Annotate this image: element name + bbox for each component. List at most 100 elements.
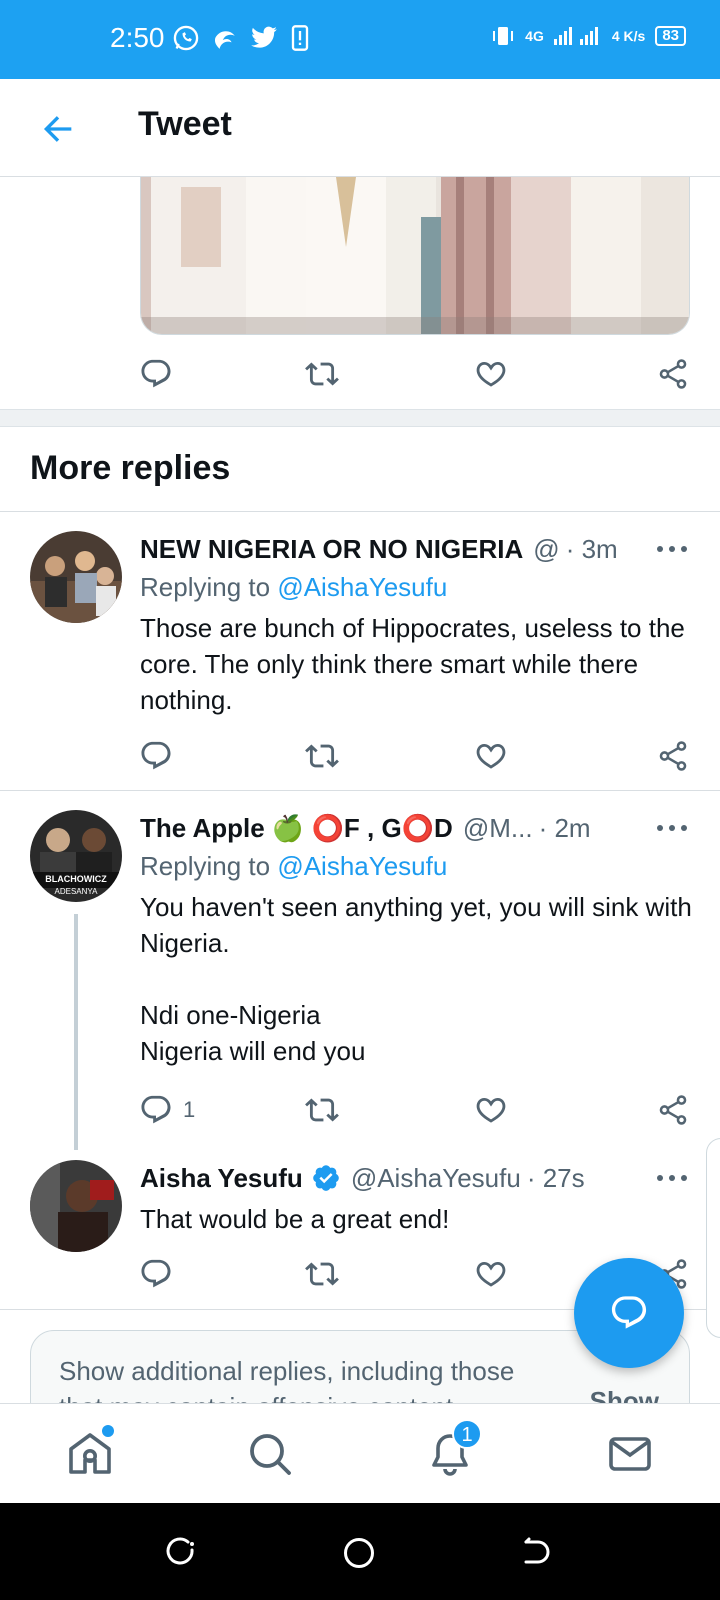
- share-icon: [656, 739, 690, 773]
- svg-text:BLACHOWICZ: BLACHOWICZ: [45, 874, 107, 884]
- status-bar: 2:50 4G 4 K/s 83: [0, 0, 720, 79]
- more-replies-heading: More replies: [30, 449, 231, 487]
- replying-to: Replying to @AishaYesufu: [140, 572, 447, 603]
- back-system-icon[interactable]: [520, 1536, 552, 1568]
- more-icon[interactable]: [654, 1168, 690, 1188]
- tweet-text: Those are bunch of Hippocrates, useless …: [140, 613, 685, 715]
- tweet-text: That would be a great end!: [140, 1204, 450, 1234]
- reply-header: The Apple 🍏 ⭕F , G⭕D @M... · 2m: [140, 810, 700, 846]
- page-title: Tweet: [138, 105, 232, 143]
- like-icon: [474, 357, 508, 391]
- signal-icon: [553, 27, 598, 45]
- like-icon: [474, 739, 508, 773]
- retweet-icon: [305, 357, 339, 391]
- tweet-media-image[interactable]: [140, 177, 690, 335]
- media-picture: [141, 177, 689, 334]
- more-icon[interactable]: [654, 818, 690, 838]
- compose-reply-button[interactable]: [574, 1258, 684, 1368]
- home-system-icon[interactable]: [342, 1536, 376, 1570]
- replying-prefix: Replying to: [140, 851, 271, 881]
- status-time: 2:50: [110, 22, 165, 53]
- network-type: 4G: [525, 28, 544, 44]
- reply-button[interactable]: [139, 736, 173, 776]
- avatar[interactable]: BLACHOWICZ ADESANYA: [30, 810, 122, 902]
- reply-button[interactable]: 1: [139, 1090, 195, 1130]
- retweet-button[interactable]: [305, 1254, 339, 1294]
- home-new-indicator: [102, 1425, 114, 1437]
- back-arrow-icon[interactable]: [38, 109, 78, 149]
- share-icon: [656, 1093, 690, 1127]
- avatar[interactable]: [30, 531, 122, 623]
- like-button[interactable]: [474, 354, 508, 394]
- retweet-icon: [305, 1093, 339, 1127]
- recent-apps-icon[interactable]: [166, 1536, 198, 1568]
- tweet-time: · 2m: [538, 812, 591, 843]
- alert-icon: [291, 25, 309, 51]
- like-button[interactable]: [474, 1254, 508, 1294]
- divider: [0, 511, 720, 512]
- tweet-time: · 3m: [565, 533, 618, 564]
- edge-panel-handle[interactable]: [706, 1138, 720, 1338]
- reply-count: 1: [183, 1097, 196, 1122]
- tweet-text: You haven't seen anything yet, you will …: [140, 892, 692, 1066]
- mail-icon[interactable]: [606, 1430, 654, 1478]
- like-button[interactable]: [474, 736, 508, 776]
- divider: [0, 790, 720, 791]
- reply-header: NEW NIGERIA OR NO NIGERIA @ · 3m: [140, 531, 700, 567]
- avatar[interactable]: [30, 1160, 122, 1252]
- share-button[interactable]: [656, 736, 690, 776]
- mention-link[interactable]: @AishaYesufu: [277, 572, 447, 602]
- system-navigation-bar: [0, 1503, 720, 1600]
- replying-prefix: Replying to: [140, 572, 271, 602]
- tweet-time: · 27s: [526, 1162, 585, 1193]
- reply-button[interactable]: [139, 354, 173, 394]
- user-handle: @AishaYesufu: [350, 1162, 521, 1193]
- user-handle: @: [533, 533, 560, 564]
- reply-icon: [139, 1093, 173, 1127]
- status-notification-icons: [172, 24, 310, 52]
- home-icon[interactable]: [66, 1430, 114, 1478]
- main-tweet-actions: [140, 354, 690, 394]
- display-name[interactable]: NEW NIGERIA OR NO NIGERIA: [140, 534, 523, 565]
- verified-icon: [313, 1165, 339, 1191]
- user-handle: @M...: [462, 812, 533, 843]
- tweet-actions: [140, 736, 690, 776]
- retweet-icon: [305, 739, 339, 773]
- battery-icon: 83: [655, 26, 686, 46]
- app-icon: [214, 31, 235, 49]
- compose-icon: [611, 1296, 647, 1329]
- mention-link[interactable]: @AishaYesufu: [277, 851, 447, 881]
- like-icon: [474, 1093, 508, 1127]
- section-separator: [0, 409, 720, 427]
- vibrate-icon: [493, 27, 514, 45]
- like-icon: [474, 1257, 508, 1291]
- svg-text:ADESANYA: ADESANYA: [55, 887, 99, 896]
- display-name[interactable]: The Apple 🍏 ⭕F , G⭕D: [140, 813, 453, 844]
- more-icon[interactable]: [654, 539, 690, 559]
- replying-to: Replying to @AishaYesufu: [140, 851, 447, 882]
- share-button[interactable]: [656, 354, 690, 394]
- retweet-button[interactable]: [305, 354, 339, 394]
- twitter-icon: [251, 26, 277, 48]
- like-button[interactable]: [474, 1090, 508, 1130]
- reply-icon: [139, 739, 173, 773]
- tweet-actions: 1: [140, 1090, 690, 1130]
- top-app-bar: Tweet: [0, 79, 720, 177]
- share-button[interactable]: [656, 1090, 690, 1130]
- whatsapp-icon: [173, 25, 199, 51]
- notifications-badge: 1: [452, 1419, 482, 1449]
- retweet-button[interactable]: [305, 736, 339, 776]
- thread-connector-line: [74, 914, 78, 1150]
- search-icon[interactable]: [246, 1430, 294, 1478]
- reply-header: Aisha Yesufu @AishaYesufu · 27s: [140, 1160, 700, 1196]
- bottom-navigation: 1: [0, 1403, 720, 1503]
- retweet-button[interactable]: [305, 1090, 339, 1130]
- reply-icon: [139, 1257, 173, 1291]
- network-speed: 4 K/s: [611, 28, 646, 44]
- retweet-icon: [305, 1257, 339, 1291]
- reply-button[interactable]: [139, 1254, 173, 1294]
- display-name[interactable]: Aisha Yesufu: [140, 1163, 303, 1194]
- status-system-icons: 4G 4 K/s 83: [491, 24, 686, 48]
- reply-icon: [139, 357, 173, 391]
- share-icon: [656, 357, 690, 391]
